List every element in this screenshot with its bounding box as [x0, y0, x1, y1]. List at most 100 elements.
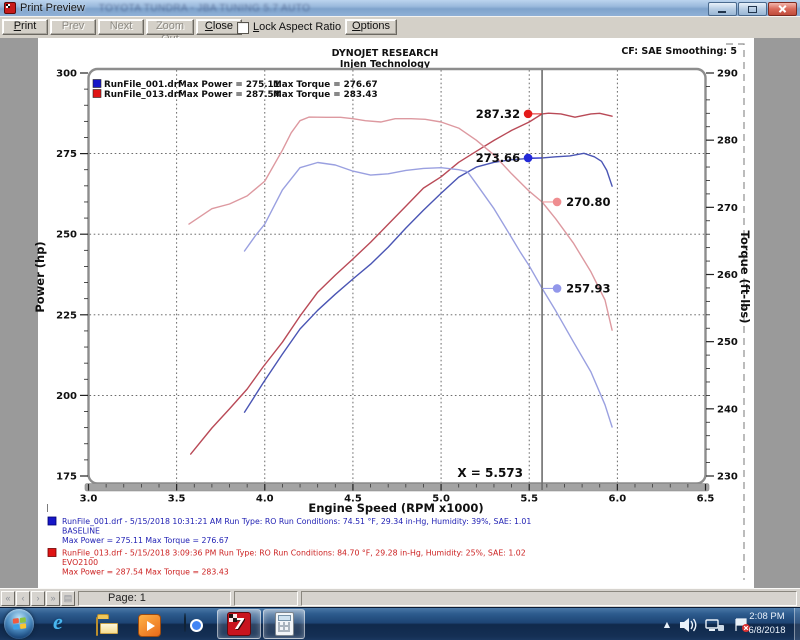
- start-button[interactable]: [4, 609, 34, 639]
- minimize-icon: [718, 11, 726, 13]
- windows-logo-icon: [12, 617, 26, 630]
- taskbar-clock[interactable]: 2:08 PM 6/8/2018: [741, 610, 793, 638]
- legend-swatch-run001: [93, 80, 101, 88]
- legend-file-run001: RunFile_001.drf: [104, 80, 182, 90]
- internet-explorer-icon[interactable]: e: [53, 612, 63, 634]
- lock-aspect-ratio-label: Lock Aspect Ratio: [253, 21, 341, 33]
- x-tick-label: 4.0: [256, 494, 274, 505]
- y-left-tick-label: 225: [56, 310, 77, 321]
- marker-dot: [553, 198, 562, 207]
- next-page-button[interactable]: ›: [31, 591, 45, 606]
- app-icon: [4, 2, 16, 14]
- legend-file-run013: RunFile_013.drf: [104, 90, 182, 100]
- x-tick-label: 3.0: [80, 494, 98, 505]
- report-page-button[interactable]: ▤: [61, 591, 75, 606]
- prev-page-button[interactable]: ‹: [16, 591, 30, 606]
- y-left-tick-label: 275: [56, 149, 77, 160]
- legend-torque-run013: Max Torque = 283.43: [273, 90, 378, 100]
- clock-date: 6/8/2018: [741, 624, 793, 638]
- info-run001-line2: BASELINE: [62, 527, 100, 536]
- info-swatch-run001: [48, 517, 56, 525]
- y-right-tick-label: 290: [717, 69, 738, 80]
- y-right-tick-label: 280: [717, 136, 738, 147]
- legend-power-run013: Max Power = 287.54: [178, 90, 280, 100]
- y-right-tick-label: 230: [717, 472, 738, 483]
- status-panel-3: [301, 591, 797, 606]
- dynojet-app-taskbar-button[interactable]: 7: [217, 609, 261, 639]
- window-title: Print Preview: [20, 2, 85, 14]
- y-right-tick-label: 250: [717, 337, 738, 348]
- network-icon[interactable]: [706, 620, 724, 631]
- calculator-icon: [275, 612, 294, 636]
- tray-expand-icon[interactable]: ▲: [664, 620, 670, 629]
- y-axis-right-title: Torque (ft-lbs): [738, 231, 752, 324]
- next-button: Next: [98, 19, 144, 35]
- marker-dot: [553, 284, 562, 293]
- legend-swatch-run013: [93, 90, 101, 98]
- x-tick-label: 5.5: [520, 494, 538, 505]
- close-preview-button[interactable]: Close: [196, 19, 242, 35]
- chart-title: DYNOJET RESEARCH: [332, 48, 439, 59]
- y-left-tick-label: 175: [56, 472, 77, 483]
- y-right-tick-label: 260: [717, 270, 738, 281]
- y-left-tick-label: 200: [56, 391, 77, 402]
- print-preview-window: Print Preview TOYOTA TUNDRA - JBA TUNING…: [0, 0, 800, 640]
- caption-buttons: [708, 2, 797, 16]
- page-number-panel: Page: 1: [78, 591, 231, 606]
- x-tick-label: 6.0: [608, 494, 626, 505]
- y-right-tick-label: 270: [717, 203, 738, 214]
- x-tick-label: 3.5: [168, 494, 186, 505]
- print-button[interactable]: Print: [2, 19, 48, 35]
- close-button[interactable]: [768, 2, 797, 16]
- last-page-button[interactable]: »: [46, 591, 60, 606]
- calculator-taskbar-button[interactable]: [263, 609, 305, 639]
- options-button[interactable]: Options: [345, 19, 397, 35]
- y-left-tick-label: 300: [56, 69, 77, 80]
- marker-dot: [524, 154, 533, 163]
- legend-power-run001: Max Power = 275.11: [178, 80, 280, 90]
- y-left-tick-label: 250: [56, 230, 77, 241]
- show-desktop-button[interactable]: [794, 608, 800, 640]
- y-axis-left-title: Power (hp): [33, 241, 47, 312]
- cursor-x-label: X = 5.573: [457, 466, 523, 480]
- status-panel-2: [234, 591, 298, 606]
- maximize-icon: [748, 6, 757, 13]
- status-bar: « ‹ › » ▤ Page: 1: [0, 588, 800, 607]
- speaker-icon[interactable]: [680, 618, 696, 632]
- marker-label: 257.93: [566, 281, 610, 295]
- x-tick-label: 6.5: [697, 494, 715, 505]
- zoom-out-button: Zoom Out: [146, 19, 194, 35]
- info-tick: |: [46, 503, 49, 512]
- minimize-button[interactable]: [708, 2, 737, 16]
- maximize-button[interactable]: [738, 2, 767, 16]
- first-page-button[interactable]: «: [1, 591, 15, 606]
- dyno-chart: DYNOJET RESEARCH Injen Technology CF: SA…: [0, 38, 800, 588]
- info-run013-line1: RunFile_013.drf - 5/15/2018 3:09:36 PM R…: [62, 549, 526, 558]
- chrome-icon[interactable]: [184, 613, 186, 632]
- marker-dot: [524, 110, 533, 119]
- taskbar: e 7 ▲: [0, 607, 800, 640]
- prev-button: Prev: [50, 19, 96, 35]
- preview-area: DYNOJET RESEARCH Injen Technology CF: SA…: [0, 38, 800, 588]
- title-bar: Print Preview TOYOTA TUNDRA - JBA TUNING…: [0, 0, 800, 17]
- info-run001-line1: RunFile_001.drf - 5/15/2018 10:31:21 AM …: [62, 517, 531, 526]
- info-run013-line3: Max Power = 287.54 Max Torque = 283.43: [62, 568, 229, 577]
- windows-explorer-icon[interactable]: [96, 617, 98, 636]
- x-axis-bar: [85, 484, 709, 492]
- media-player-icon[interactable]: [138, 614, 161, 637]
- window-title-ghost: TOYOTA TUNDRA - JBA TUNING 5.7 AUTO: [99, 3, 310, 14]
- marker-label: 273.66: [476, 151, 520, 165]
- marker-label: 287.32: [476, 107, 520, 121]
- marker-label: 270.80: [566, 195, 610, 209]
- info-swatch-run013: [48, 549, 56, 557]
- info-run013-line2: EVO2100: [62, 558, 98, 567]
- toolbar: Print Prev Next Zoom Out Close Lock Aspe…: [0, 16, 800, 39]
- lock-aspect-ratio-checkbox[interactable]: [237, 22, 249, 34]
- correction-factor-label: CF: SAE Smoothing: 5: [621, 46, 737, 57]
- dynojet-icon: 7: [227, 612, 251, 636]
- legend-torque-run001: Max Torque = 276.67: [273, 80, 378, 90]
- info-run001-line3: Max Power = 275.11 Max Torque = 276.67: [62, 536, 229, 545]
- y-right-tick-label: 240: [717, 404, 738, 415]
- x-axis-title: Engine Speed (RPM x1000): [308, 501, 483, 515]
- clock-time: 2:08 PM: [741, 610, 793, 624]
